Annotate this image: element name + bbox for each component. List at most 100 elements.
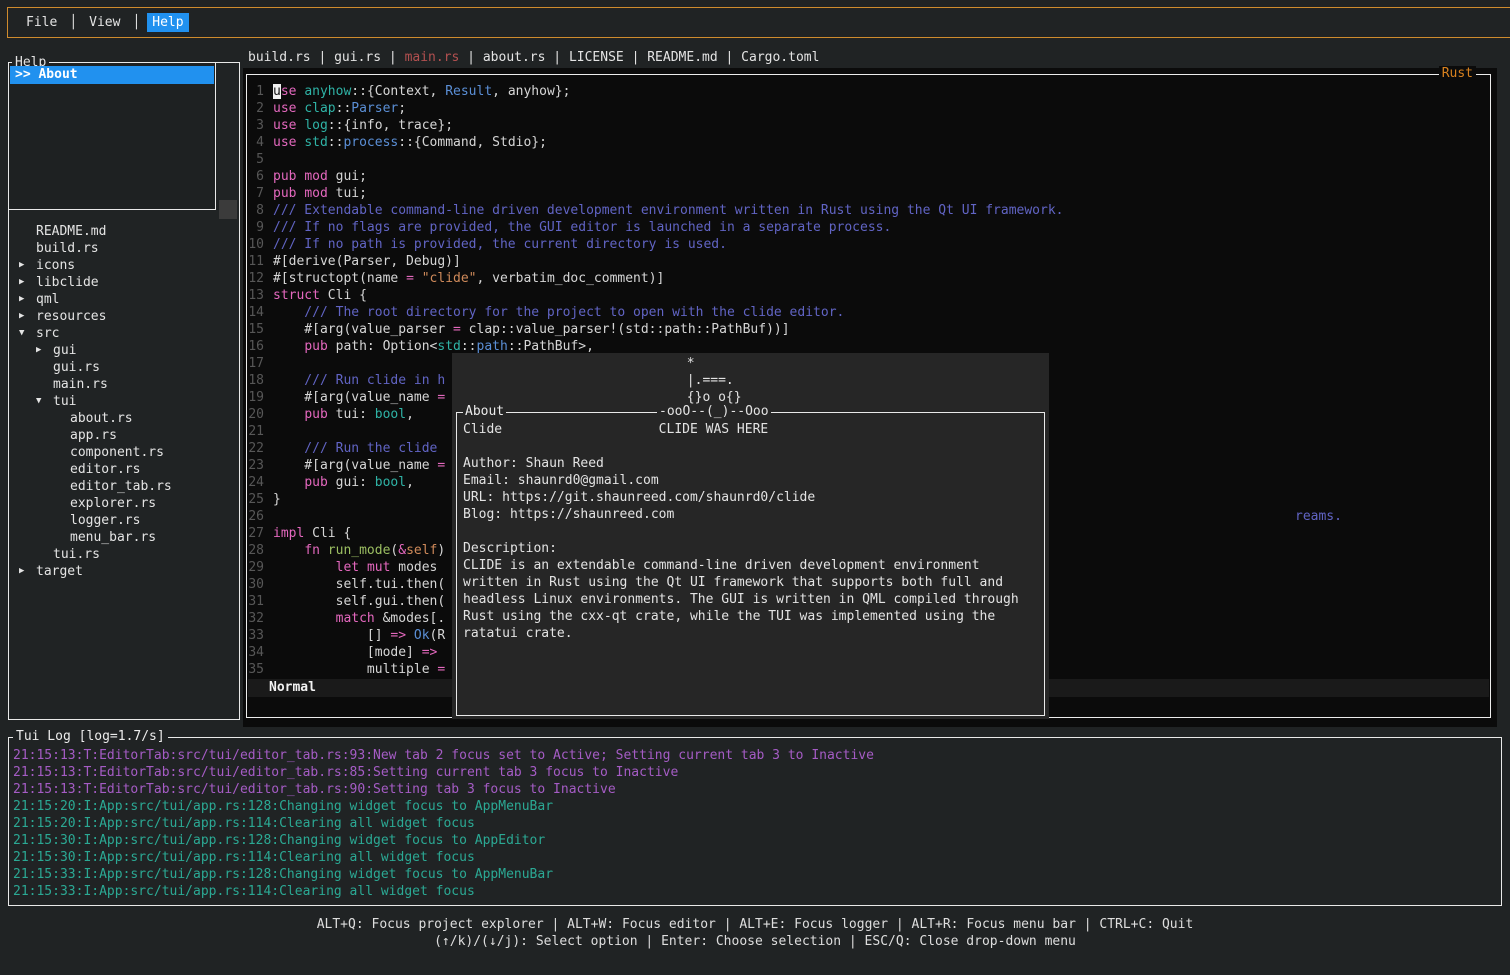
tree-item-target[interactable]: ▶target [9,563,239,580]
code-line-7: 7pub mod tui; [248,185,1489,202]
tree-item-icons[interactable]: ▶icons [9,257,239,274]
tab-about-rs[interactable]: about.rs [483,50,546,65]
code-line-10: 10/// If no path is provided, the curren… [248,236,1489,253]
code-line-5: 5 [248,151,1489,168]
tab-build-rs[interactable]: build.rs [248,50,311,65]
code-line-15: 15 #[arg(value_parser = clap::value_pars… [248,321,1489,338]
code-line-3: 3use log::{info, trace}; [248,117,1489,134]
folder-collapsed-icon: ▶ [19,291,36,308]
menu-separator: │ [132,15,140,30]
code-line-12: 12#[structopt(name = "clide", verbatim_d… [248,270,1489,287]
tab-gui-rs[interactable]: gui.rs [334,50,381,65]
line-number: 8 [248,202,264,219]
line-number: 23 [248,457,264,474]
folder-expanded-icon: ▼ [19,325,36,342]
tree-indent-spacer [53,444,70,461]
menu-item-help[interactable]: Help [147,13,188,32]
tree-item-resources[interactable]: ▶resources [9,308,239,325]
tree-item-gui[interactable]: ▶gui [9,342,239,359]
code-line-text: /// The root directory for the project t… [273,304,844,321]
line-number: 9 [248,219,264,236]
code-line-text: #[arg(value_name = [273,389,445,406]
about-dialog-content: Clide CLIDE WAS HERE Author: Shaun Reed … [463,421,1019,642]
line-number: 33 [248,627,264,644]
tree-item-component-rs[interactable]: component.rs [9,444,239,461]
tree-item-gui-rs[interactable]: gui.rs [9,359,239,376]
ascii-art-feet: -ooO--(_)--Ooo [657,404,771,420]
tree-item-about-rs[interactable]: about.rs [9,410,239,427]
line-number: 2 [248,100,264,117]
tree-indent-spacer [53,495,70,512]
tree-item-label: README.md [36,223,106,240]
line-number: 19 [248,389,264,406]
code-line-11: 11#[derive(Parser, Debug)] [248,253,1489,270]
tree-indent-spacer [53,427,70,444]
line-number: 11 [248,253,264,270]
tree-item-editor-tab-rs[interactable]: editor_tab.rs [9,478,239,495]
code-line-text: pub gui: bool, [273,474,414,491]
line-number: 25 [248,491,264,508]
tree-item-tui-rs[interactable]: tui.rs [9,546,239,563]
tree-item-build-rs[interactable]: build.rs [9,240,239,257]
tree-item-label: explorer.rs [70,495,156,512]
folder-collapsed-icon: ▶ [36,342,53,359]
folder-collapsed-icon: ▶ [19,257,36,274]
clide-tui-app: File│View│Help README.mdbuild.rs▶icons▶l… [0,0,1510,975]
tui-log-panel[interactable]: Tui Log [log=1.7/s] 21:15:13:T:EditorTab… [8,737,1502,906]
log-entry-info: 21:15:33:I:App:src/tui/app.rs:128:Changi… [13,866,1499,883]
code-line-text: use clap::Parser; [273,100,406,117]
tree-indent-spacer [53,529,70,546]
line-number: 31 [248,593,264,610]
tree-item-libclide[interactable]: ▶libclide [9,274,239,291]
code-line-text: use anyhow::{Context, Result, anyhow}; [273,83,570,100]
code-line-text: struct Cli { [273,287,367,304]
line-number: 34 [248,644,264,661]
menu-item-file[interactable]: File [21,13,62,32]
tree-item-label: editor.rs [70,461,140,478]
tree-item-label: icons [36,257,75,274]
tree-item-tui[interactable]: ▼tui [9,393,239,410]
tree-indent-spacer [53,512,70,529]
tab-separator: | [459,50,482,65]
menu-item-view[interactable]: View [84,13,125,32]
editor-tab-bar: build.rs | gui.rs | main.rs | about.rs |… [248,49,819,66]
tree-item-menu-bar-rs[interactable]: menu_bar.rs [9,529,239,546]
tree-item-explorer-rs[interactable]: explorer.rs [9,495,239,512]
code-line-text: let mut modes [273,559,437,576]
code-line-text: self.tui.then( [273,576,445,593]
about-dialog-title: About [463,404,506,420]
menu-option-about[interactable]: >> About [10,66,214,84]
tree-item-label: menu_bar.rs [70,529,156,546]
line-number: 32 [248,610,264,627]
tab-license[interactable]: LICENSE [569,50,624,65]
tree-item-editor-rs[interactable]: editor.rs [9,461,239,478]
log-entry-info: 21:15:30:I:App:src/tui/app.rs:114:Cleari… [13,849,1499,866]
line-number: 24 [248,474,264,491]
log-entry-trace: 21:15:13:T:EditorTab:src/tui/editor_tab.… [13,764,1499,781]
help-dropdown-menu: Help >> About [8,62,216,210]
text-cursor: u [273,84,281,99]
code-line-6: 6pub mod gui; [248,168,1489,185]
tree-indent-spacer [53,478,70,495]
code-line-text: match &modes[. [273,610,445,627]
code-line-text: #[arg(value_parser = clap::value_parser!… [273,321,790,338]
tree-item-main-rs[interactable]: main.rs [9,376,239,393]
tab-readme-md[interactable]: README.md [647,50,717,65]
tree-item-label: about.rs [70,410,133,427]
tree-indent-spacer [53,410,70,427]
ascii-art-figure: * |.===. {}o o{} [452,355,742,406]
line-number: 26 [248,508,264,525]
code-line-14: 14 /// The root directory for the projec… [248,304,1489,321]
tree-item-src[interactable]: ▼src [9,325,239,342]
tree-item-readme-md[interactable]: README.md [9,223,239,240]
code-line-text: /// Run the clide [273,440,445,457]
tree-item-logger-rs[interactable]: logger.rs [9,512,239,529]
tree-item-qml[interactable]: ▶qml [9,291,239,308]
tab-cargo-toml[interactable]: Cargo.toml [741,50,819,65]
scrollbar-thumb[interactable] [219,200,237,219]
tree-item-app-rs[interactable]: app.rs [9,427,239,444]
line-number: 4 [248,134,264,151]
menu-bar: File│View│Help [7,7,1510,38]
tab-main-rs[interactable]: main.rs [405,50,460,65]
code-line-text: pub mod tui; [273,185,367,202]
